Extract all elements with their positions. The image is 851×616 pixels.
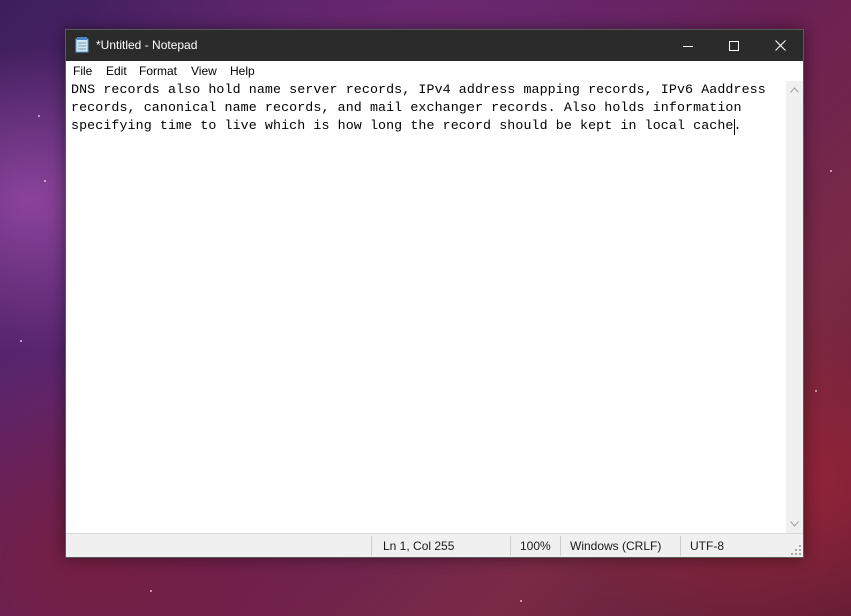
status-separator [560,536,561,556]
menu-edit[interactable]: Edit [106,63,127,79]
vertical-scrollbar[interactable] [786,81,803,533]
background-star [830,170,832,172]
encoding: UTF-8 [690,539,724,553]
text-caret [734,119,735,135]
text-editor[interactable]: DNS records also hold name server record… [66,81,786,555]
background-star [38,115,40,117]
minimize-button[interactable] [665,30,711,61]
close-button[interactable] [757,30,803,61]
window-title: *Untitled - Notepad [96,38,198,52]
minimize-icon [683,45,693,47]
title-bar[interactable]: *Untitled - Notepad [66,30,803,61]
background-star [520,600,522,602]
status-bar: Ln 1, Col 255 100% Windows (CRLF) UTF-8 [66,533,803,557]
status-separator [510,536,511,556]
menu-file[interactable]: File [73,63,92,79]
notepad-window: *Untitled - Notepad File Edit Format Vie… [65,29,804,558]
scroll-down-arrow-icon[interactable] [790,521,799,527]
background-star [20,340,22,342]
maximize-icon [729,40,739,51]
menu-bar: File Edit Format View Help [66,61,803,81]
resize-grip-icon[interactable] [791,545,801,555]
status-separator [371,536,372,556]
editor-line: records, canonical name records, and mai… [71,100,742,115]
zoom-level: 100% [520,539,551,553]
notepad-app-icon [75,37,89,53]
line-ending: Windows (CRLF) [570,539,662,553]
editor-line: DNS records also hold name server record… [71,82,766,97]
menu-help[interactable]: Help [230,63,255,79]
background-star [44,180,46,182]
close-icon [774,40,786,51]
menu-view[interactable]: View [191,63,217,79]
status-separator [680,536,681,556]
scroll-up-arrow-icon[interactable] [790,87,799,93]
cursor-position: Ln 1, Col 255 [383,539,455,553]
background-star [815,390,817,392]
maximize-button[interactable] [711,30,757,61]
background-star [150,590,152,592]
menu-format[interactable]: Format [139,63,177,79]
editor-line: specifying time to live which is how lon… [71,118,742,133]
